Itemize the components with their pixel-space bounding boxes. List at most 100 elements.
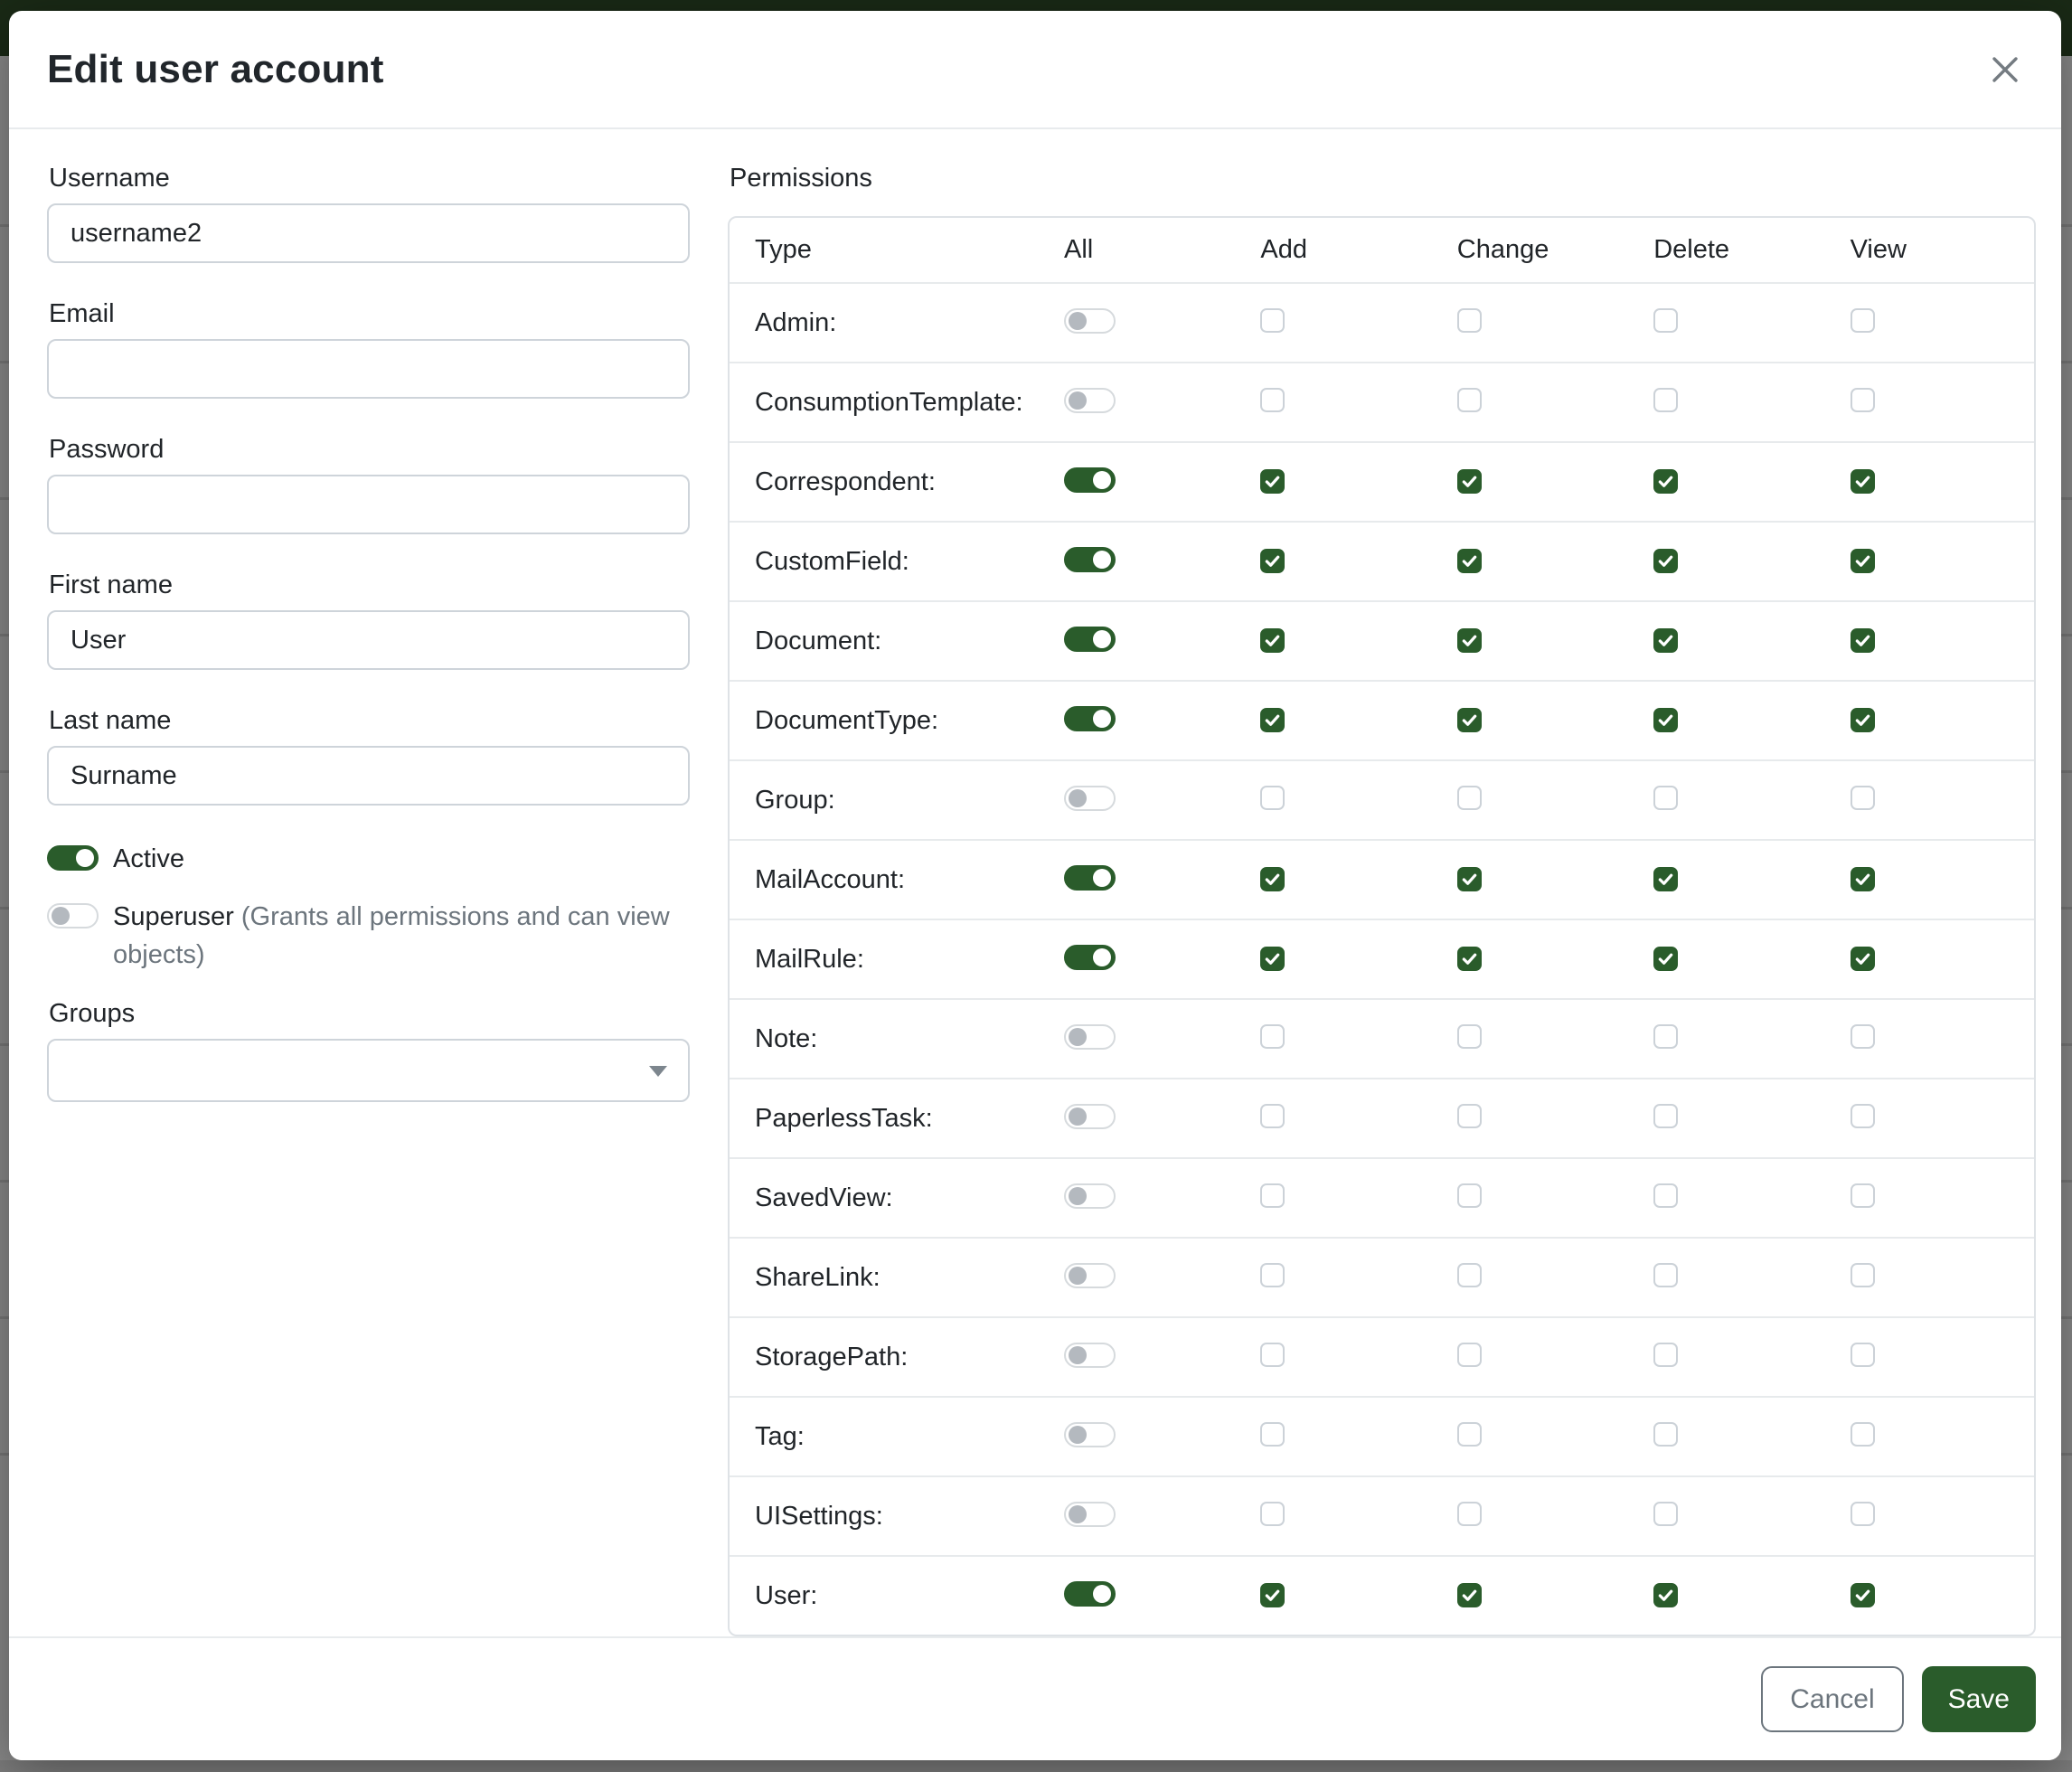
- document-add-checkbox[interactable]: [1260, 628, 1285, 653]
- mailrule-view-checkbox[interactable]: [1851, 947, 1875, 971]
- active-switch[interactable]: [47, 845, 99, 871]
- paperlesstask-all-switch[interactable]: [1064, 1104, 1116, 1129]
- consumptiontemplate-all-switch[interactable]: [1064, 388, 1116, 413]
- customfield-view-checkbox[interactable]: [1851, 549, 1875, 573]
- savedview-all-switch[interactable]: [1064, 1183, 1116, 1209]
- documenttype-view-checkbox[interactable]: [1851, 708, 1875, 732]
- correspondent-add-checkbox[interactable]: [1260, 469, 1285, 494]
- user-change-checkbox[interactable]: [1457, 1583, 1482, 1607]
- tag-add-checkbox[interactable]: [1260, 1422, 1285, 1447]
- superuser-switch[interactable]: [47, 903, 99, 928]
- user-add-checkbox[interactable]: [1260, 1583, 1285, 1607]
- sharelink-view-checkbox[interactable]: [1851, 1263, 1875, 1287]
- first-name-input[interactable]: [47, 610, 690, 670]
- document-view-checkbox[interactable]: [1851, 628, 1875, 653]
- note-view-checkbox[interactable]: [1851, 1024, 1875, 1049]
- tag-change-checkbox[interactable]: [1457, 1422, 1482, 1447]
- note-delete-checkbox[interactable]: [1653, 1024, 1678, 1049]
- storagepath-view-checkbox[interactable]: [1851, 1343, 1875, 1367]
- correspondent-all-switch[interactable]: [1064, 467, 1116, 493]
- group-all-switch[interactable]: [1064, 786, 1116, 811]
- permissions-column: Permissions Type All Add Change Delete V…: [728, 162, 2036, 1636]
- paperlesstask-view-checkbox[interactable]: [1851, 1104, 1875, 1128]
- storagepath-add-checkbox[interactable]: [1260, 1343, 1285, 1367]
- password-input[interactable]: [47, 475, 690, 534]
- paperlesstask-delete-checkbox[interactable]: [1653, 1104, 1678, 1128]
- mailrule-all-switch[interactable]: [1064, 945, 1116, 970]
- mailaccount-delete-checkbox[interactable]: [1653, 867, 1678, 891]
- mailrule-change-checkbox[interactable]: [1457, 947, 1482, 971]
- last-name-input[interactable]: [47, 746, 690, 806]
- note-add-checkbox[interactable]: [1260, 1024, 1285, 1049]
- account-form-column: Username Email Password First name Last …: [47, 162, 690, 1636]
- note-all-switch[interactable]: [1064, 1024, 1116, 1050]
- customfield-all-switch[interactable]: [1064, 547, 1116, 572]
- customfield-change-checkbox[interactable]: [1457, 549, 1482, 573]
- mailaccount-all-switch[interactable]: [1064, 865, 1116, 891]
- storagepath-delete-checkbox[interactable]: [1653, 1343, 1678, 1367]
- customfield-delete-checkbox[interactable]: [1653, 549, 1678, 573]
- admin-all-switch[interactable]: [1064, 308, 1116, 334]
- storagepath-all-switch[interactable]: [1064, 1343, 1116, 1368]
- tag-view-checkbox[interactable]: [1851, 1422, 1875, 1447]
- savedview-add-checkbox[interactable]: [1260, 1183, 1285, 1208]
- consumptiontemplate-add-checkbox[interactable]: [1260, 388, 1285, 412]
- cancel-button[interactable]: Cancel: [1761, 1666, 1903, 1732]
- documenttype-add-checkbox[interactable]: [1260, 708, 1285, 732]
- mailaccount-add-checkbox[interactable]: [1260, 867, 1285, 891]
- groups-select[interactable]: [47, 1039, 690, 1102]
- user-delete-checkbox[interactable]: [1653, 1583, 1678, 1607]
- group-change-checkbox[interactable]: [1457, 786, 1482, 810]
- uisettings-view-checkbox[interactable]: [1851, 1502, 1875, 1526]
- group-view-checkbox[interactable]: [1851, 786, 1875, 810]
- correspondent-delete-checkbox[interactable]: [1653, 469, 1678, 494]
- group-add-checkbox[interactable]: [1260, 786, 1285, 810]
- documenttype-all-switch[interactable]: [1064, 706, 1116, 731]
- admin-view-checkbox[interactable]: [1851, 308, 1875, 333]
- admin-delete-checkbox[interactable]: [1653, 308, 1678, 333]
- sharelink-change-checkbox[interactable]: [1457, 1263, 1482, 1287]
- group-delete-checkbox[interactable]: [1653, 786, 1678, 810]
- tag-all-switch[interactable]: [1064, 1422, 1116, 1447]
- customfield-add-checkbox[interactable]: [1260, 549, 1285, 573]
- mailaccount-view-checkbox[interactable]: [1851, 867, 1875, 891]
- mailrule-delete-checkbox[interactable]: [1653, 947, 1678, 971]
- sharelink-add-checkbox[interactable]: [1260, 1263, 1285, 1287]
- documenttype-change-checkbox[interactable]: [1457, 708, 1482, 732]
- tag-delete-checkbox[interactable]: [1653, 1422, 1678, 1447]
- savedview-delete-checkbox[interactable]: [1653, 1183, 1678, 1208]
- note-change-checkbox[interactable]: [1457, 1024, 1482, 1049]
- save-button[interactable]: Save: [1922, 1666, 2036, 1732]
- column-header-type: Type: [730, 235, 1051, 265]
- admin-change-checkbox[interactable]: [1457, 308, 1482, 333]
- switch-knob: [1093, 710, 1111, 728]
- user-view-checkbox[interactable]: [1851, 1583, 1875, 1607]
- document-delete-checkbox[interactable]: [1653, 628, 1678, 653]
- mailrule-add-checkbox[interactable]: [1260, 947, 1285, 971]
- sharelink-delete-checkbox[interactable]: [1653, 1263, 1678, 1287]
- savedview-view-checkbox[interactable]: [1851, 1183, 1875, 1208]
- email-input[interactable]: [47, 339, 690, 399]
- admin-add-checkbox[interactable]: [1260, 308, 1285, 333]
- paperlesstask-add-checkbox[interactable]: [1260, 1104, 1285, 1128]
- paperlesstask-change-checkbox[interactable]: [1457, 1104, 1482, 1128]
- correspondent-change-checkbox[interactable]: [1457, 469, 1482, 494]
- mailaccount-change-checkbox[interactable]: [1457, 867, 1482, 891]
- user-all-switch[interactable]: [1064, 1581, 1116, 1607]
- uisettings-add-checkbox[interactable]: [1260, 1502, 1285, 1526]
- document-all-switch[interactable]: [1064, 627, 1116, 652]
- uisettings-all-switch[interactable]: [1064, 1502, 1116, 1527]
- document-change-checkbox[interactable]: [1457, 628, 1482, 653]
- uisettings-change-checkbox[interactable]: [1457, 1502, 1482, 1526]
- sharelink-all-switch[interactable]: [1064, 1263, 1116, 1288]
- correspondent-view-checkbox[interactable]: [1851, 469, 1875, 494]
- consumptiontemplate-change-checkbox[interactable]: [1457, 388, 1482, 412]
- consumptiontemplate-delete-checkbox[interactable]: [1653, 388, 1678, 412]
- savedview-change-checkbox[interactable]: [1457, 1183, 1482, 1208]
- consumptiontemplate-view-checkbox[interactable]: [1851, 388, 1875, 412]
- storagepath-change-checkbox[interactable]: [1457, 1343, 1482, 1367]
- uisettings-delete-checkbox[interactable]: [1653, 1502, 1678, 1526]
- close-icon[interactable]: [1976, 41, 2034, 99]
- username-input[interactable]: [47, 203, 690, 263]
- documenttype-delete-checkbox[interactable]: [1653, 708, 1678, 732]
